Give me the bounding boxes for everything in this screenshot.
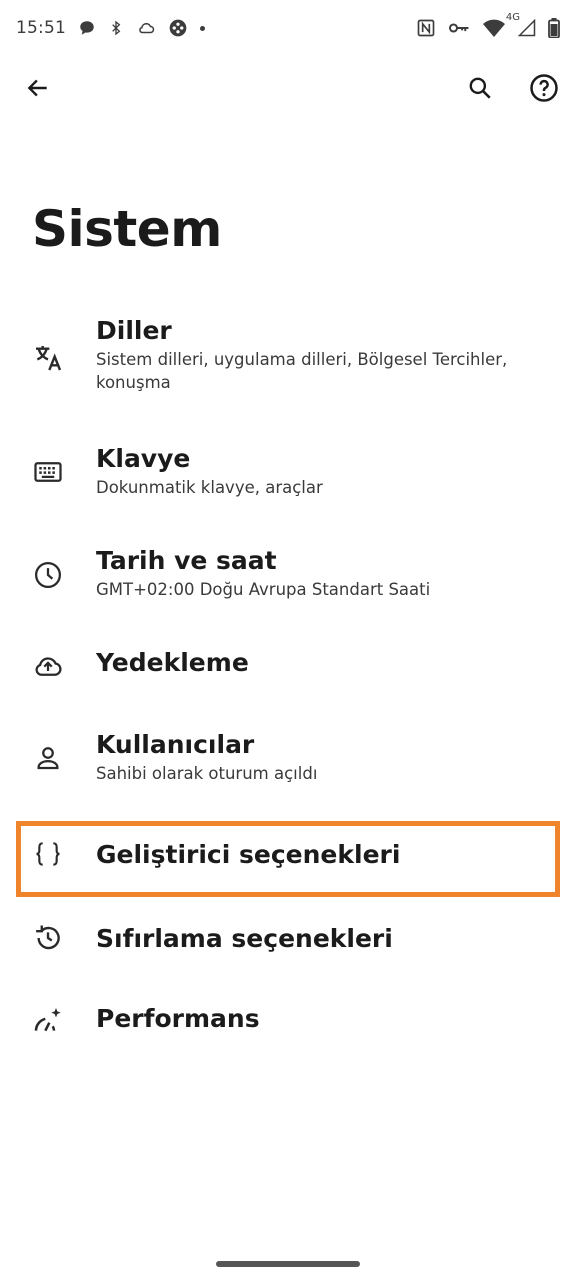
nfc-icon — [416, 18, 436, 38]
cloud-icon — [136, 19, 156, 37]
settings-item-diller[interactable]: Diller Sistem dilleri, uygulama dilleri,… — [0, 306, 576, 418]
settings-item-title: Sıfırlama seçenekleri — [96, 924, 393, 953]
keyboard-icon — [28, 452, 68, 492]
dot-icon — [200, 25, 205, 31]
code-braces-icon — [28, 834, 68, 874]
person-icon — [28, 738, 68, 778]
status-time: 15:51 — [16, 18, 66, 38]
settings-screen: 15:51 4G Sistem Diller Sistem dilleri, u… — [0, 0, 576, 1280]
settings-item-title: Performans — [96, 1004, 260, 1033]
top-app-bar — [0, 60, 576, 124]
settings-item-klavye[interactable]: Klavye Dokunmatik klavye, araçlar — [0, 418, 576, 524]
speed-sparkle-icon — [28, 1000, 68, 1040]
bluetooth-icon — [108, 19, 124, 37]
settings-item-yedekleme[interactable]: Yedekleme — [0, 624, 576, 706]
settings-list: Diller Sistem dilleri, uygulama dilleri,… — [0, 306, 576, 1062]
settings-item-title: Diller — [96, 316, 172, 345]
search-icon — [467, 75, 493, 105]
wifi-icon: 4G — [482, 12, 520, 38]
settings-item-title: Kullanıcılar — [96, 730, 255, 759]
settings-item-tarih-ve-saat[interactable]: Tarih ve saat GMT+02:00 Doğu Avrupa Stan… — [0, 524, 576, 624]
settings-item-title: Yedekleme — [96, 648, 249, 677]
clock-icon — [28, 555, 68, 595]
page-title: Sistem — [32, 200, 222, 258]
translate-icon — [28, 338, 68, 378]
settings-item-performans[interactable]: Performans — [0, 982, 576, 1062]
game-controller-icon — [168, 18, 188, 38]
help-button[interactable] — [522, 68, 566, 112]
search-button[interactable] — [458, 68, 502, 112]
cellular-signal-icon — [518, 19, 536, 37]
settings-item-gelistirici-secenekleri[interactable]: Geliştirici seçenekleri — [0, 810, 576, 900]
settings-item-title: Klavye — [96, 444, 191, 473]
settings-item-title: Tarih ve saat — [96, 546, 277, 575]
settings-item-subtitle: GMT+02:00 Doğu Avrupa Standart Saati — [96, 580, 431, 599]
battery-icon — [548, 18, 560, 38]
arrow-back-icon — [25, 75, 51, 105]
help-circle-icon — [529, 73, 559, 107]
home-gesture-bar[interactable] — [216, 1261, 360, 1267]
history-icon — [28, 918, 68, 958]
settings-item-title: Geliştirici seçenekleri — [96, 840, 401, 869]
settings-item-kullanicilar[interactable]: Kullanıcılar Sahibi olarak oturum açıldı — [0, 706, 576, 810]
settings-item-subtitle: Dokunmatik klavye, araçlar — [96, 478, 323, 497]
settings-item-subtitle: Sahibi olarak oturum açıldı — [96, 764, 318, 783]
chat-bubble-icon — [78, 19, 96, 37]
back-button[interactable] — [16, 68, 60, 112]
cloud-upload-icon — [28, 646, 68, 686]
status-bar: 15:51 4G — [0, 0, 576, 56]
network-type-label: 4G — [505, 12, 520, 23]
settings-item-subtitle: Sistem dilleri, uygulama dilleri, Bölges… — [96, 350, 508, 392]
vpn-key-icon — [448, 20, 470, 36]
settings-item-sifirlama-secenekleri[interactable]: Sıfırlama seçenekleri — [0, 900, 576, 982]
